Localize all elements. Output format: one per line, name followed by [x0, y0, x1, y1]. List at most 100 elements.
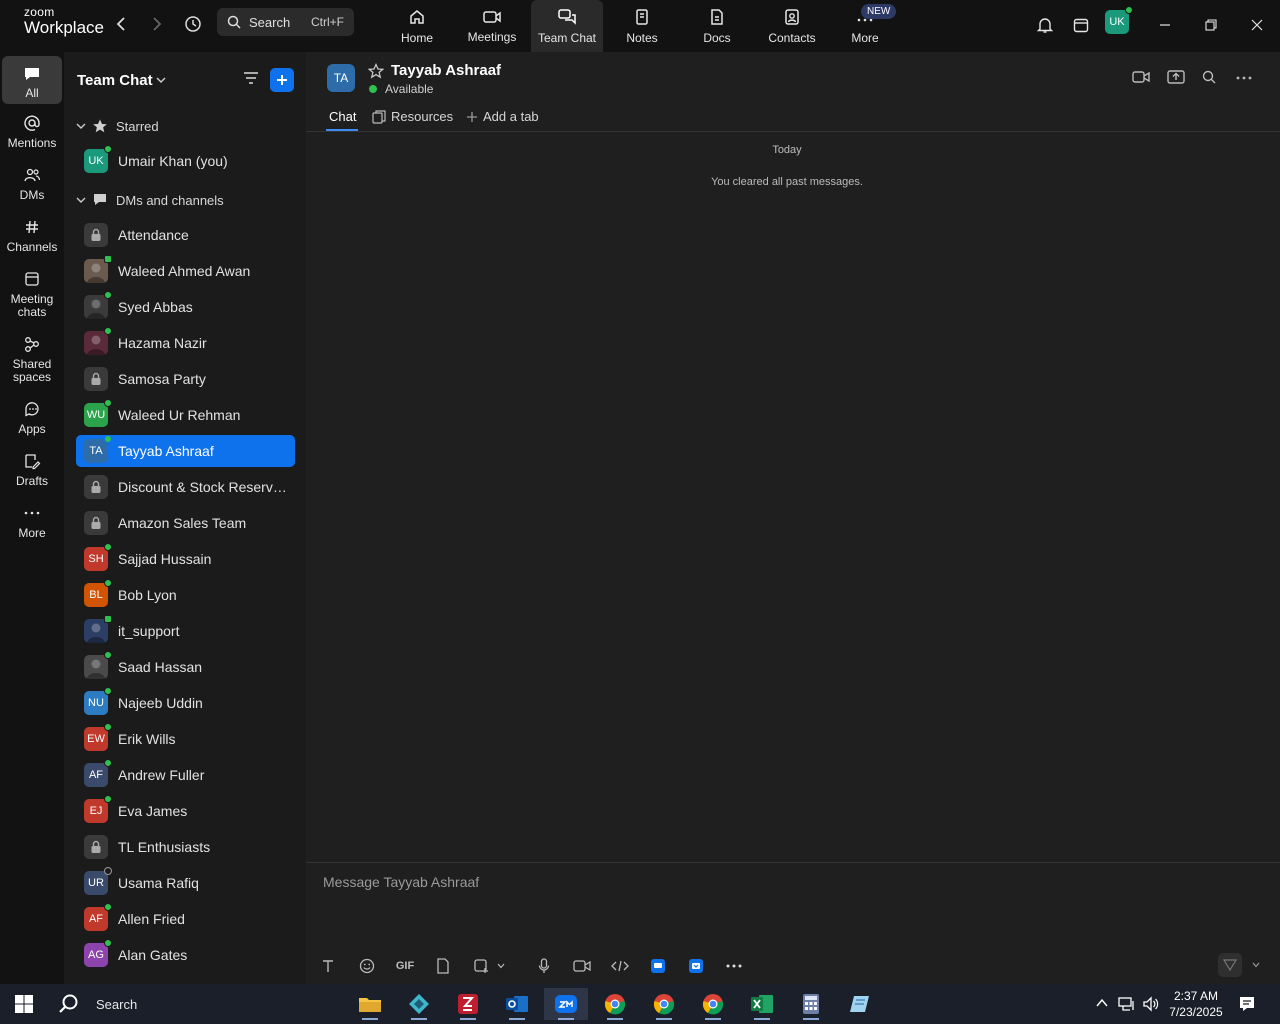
- taskbar-filezilla[interactable]: [446, 988, 490, 1020]
- lock-icon: [91, 516, 101, 529]
- tab-contacts[interactable]: Contacts: [756, 0, 828, 52]
- tab-home[interactable]: Home: [381, 0, 453, 52]
- taskbar-outlook[interactable]: [495, 988, 539, 1020]
- message-composer[interactable]: Message Tayyab Ashraaf GIF: [306, 862, 1280, 984]
- chat-list-item[interactable]: EJ Eva James: [76, 795, 295, 827]
- chat-list-item[interactable]: Syed Abbas: [76, 291, 295, 323]
- taskbar-calculator[interactable]: [789, 988, 833, 1020]
- chevron-down-icon[interactable]: [1252, 962, 1260, 968]
- tab-docs[interactable]: Docs: [681, 0, 753, 52]
- attach-file-button[interactable]: [432, 955, 454, 977]
- app-shortcut-2-button[interactable]: [685, 955, 707, 977]
- video-message-button[interactable]: [571, 955, 593, 977]
- taskbar-excel[interactable]: [740, 988, 784, 1020]
- chat-header-status: Available: [369, 82, 433, 96]
- chat-list-item[interactable]: TL Enthusiasts: [76, 831, 295, 863]
- chat-list-item[interactable]: Samosa Party: [76, 363, 295, 395]
- tab-resources[interactable]: Resources: [372, 109, 453, 124]
- share-screen-icon[interactable]: [1167, 70, 1185, 84]
- chat-list-item[interactable]: EW Erik Wills: [76, 723, 295, 755]
- chat-list-item[interactable]: BL Bob Lyon: [76, 579, 295, 611]
- global-search[interactable]: Search Ctrl+F: [217, 8, 354, 36]
- starred-section-header[interactable]: Starred: [74, 118, 159, 134]
- rail-meeting-chats[interactable]: Meeting chats: [2, 270, 62, 319]
- video-call-icon[interactable]: [1132, 70, 1150, 84]
- network-icon[interactable]: [1118, 996, 1136, 1012]
- chat-header-avatar[interactable]: TA: [327, 64, 355, 92]
- chat-list-item[interactable]: it_support: [76, 615, 295, 647]
- minimize-button[interactable]: [1152, 12, 1178, 38]
- chat-list-item[interactable]: Waleed Ahmed Awan: [76, 255, 295, 287]
- tab-team-chat[interactable]: Team Chat: [531, 0, 603, 52]
- tab-chat[interactable]: Chat: [329, 109, 356, 124]
- calendar-button[interactable]: [1068, 12, 1094, 38]
- back-button[interactable]: [107, 12, 135, 36]
- screenshot-button[interactable]: [470, 955, 492, 977]
- filter-icon[interactable]: [242, 70, 260, 86]
- chat-list-item[interactable]: UK Umair Khan (you): [76, 145, 295, 177]
- screenshot-options-button[interactable]: [494, 955, 508, 977]
- forward-button[interactable]: [143, 12, 171, 36]
- chat-list-item[interactable]: AF Andrew Fuller: [76, 759, 295, 791]
- notification-center-icon[interactable]: [1238, 995, 1256, 1013]
- rail-more[interactable]: More: [2, 504, 62, 540]
- emoji-button[interactable]: [356, 955, 378, 977]
- presence-online-indicator: [104, 795, 112, 803]
- restore-button[interactable]: [1198, 12, 1224, 38]
- chat-list-item[interactable]: AG Alan Gates: [76, 939, 295, 971]
- chat-list-item[interactable]: TA Tayyab Ashraaf: [76, 435, 295, 467]
- rail-shared-spaces[interactable]: Shared spaces: [2, 335, 62, 384]
- start-button[interactable]: [14, 994, 34, 1019]
- chat-list-item[interactable]: AF Allen Fried: [76, 903, 295, 935]
- gif-button[interactable]: GIF: [394, 955, 416, 977]
- chat-list-item[interactable]: Discount & Stock Reservati...: [76, 471, 295, 503]
- rail-apps[interactable]: Apps: [2, 400, 62, 436]
- dms-section-header[interactable]: DMs and channels: [74, 192, 224, 208]
- close-button[interactable]: [1244, 12, 1270, 38]
- send-button[interactable]: [1218, 953, 1242, 977]
- more-composer-options-button[interactable]: [723, 955, 745, 977]
- chat-list-item[interactable]: WU Waleed Ur Rehman: [76, 399, 295, 431]
- chat-list-item[interactable]: Amazon Sales Team: [76, 507, 295, 539]
- app-shortcut-1-button[interactable]: [647, 955, 669, 977]
- rail-dms[interactable]: DMs: [2, 166, 62, 202]
- rail-channels[interactable]: Channels: [2, 218, 62, 254]
- taskbar-chrome-2[interactable]: [642, 988, 686, 1020]
- chat-list-item[interactable]: Attendance: [76, 219, 295, 251]
- taskbar-file-explorer[interactable]: [348, 988, 392, 1020]
- tab-notes[interactable]: Notes: [606, 0, 678, 52]
- taskbar-chrome-3[interactable]: [691, 988, 735, 1020]
- profile-avatar[interactable]: UK: [1105, 6, 1133, 34]
- history-button[interactable]: [179, 12, 207, 36]
- taskbar-zoom[interactable]: [544, 988, 588, 1020]
- notifications-button[interactable]: [1032, 12, 1058, 38]
- chat-list-item[interactable]: Hazama Nazir: [76, 327, 295, 359]
- new-chat-button[interactable]: [270, 68, 294, 92]
- chevron-down-icon[interactable]: [156, 76, 166, 84]
- rail-drafts[interactable]: Drafts: [2, 452, 62, 488]
- chevron-up-icon[interactable]: [1096, 998, 1108, 1008]
- taskbar-notes-app[interactable]: [838, 988, 882, 1020]
- tab-chat-label: Chat: [329, 109, 357, 124]
- more-options-icon[interactable]: [1236, 76, 1252, 80]
- format-text-button[interactable]: [317, 955, 339, 977]
- chat-list-item[interactable]: Saad Hassan: [76, 651, 295, 683]
- rail-mentions[interactable]: Mentions: [2, 114, 62, 150]
- chat-header-name[interactable]: Tayyab Ashraaf: [391, 62, 501, 79]
- volume-icon[interactable]: [1142, 996, 1160, 1012]
- star-outline-icon[interactable]: [368, 63, 384, 79]
- voice-message-button[interactable]: [533, 955, 555, 977]
- system-clock[interactable]: 2:37 AM 7/23/2025: [1166, 988, 1226, 1020]
- chat-list-item[interactable]: NU Najeeb Uddin: [76, 687, 295, 719]
- taskbar-app-teal[interactable]: [397, 988, 441, 1020]
- search-icon[interactable]: [1202, 70, 1216, 84]
- taskbar-chrome-1[interactable]: [593, 988, 637, 1020]
- chat-list-item[interactable]: UR Usama Rafiq: [76, 867, 295, 899]
- chat-list-item[interactable]: SH Sajjad Hussain: [76, 543, 295, 575]
- add-tab-button[interactable]: Add a tab: [466, 109, 539, 124]
- code-snippet-button[interactable]: [609, 955, 631, 977]
- panel-title[interactable]: Team Chat: [77, 72, 153, 89]
- taskbar-search[interactable]: Search: [58, 989, 348, 1019]
- rail-all[interactable]: All: [2, 56, 62, 104]
- tab-meetings[interactable]: Meetings: [456, 0, 528, 52]
